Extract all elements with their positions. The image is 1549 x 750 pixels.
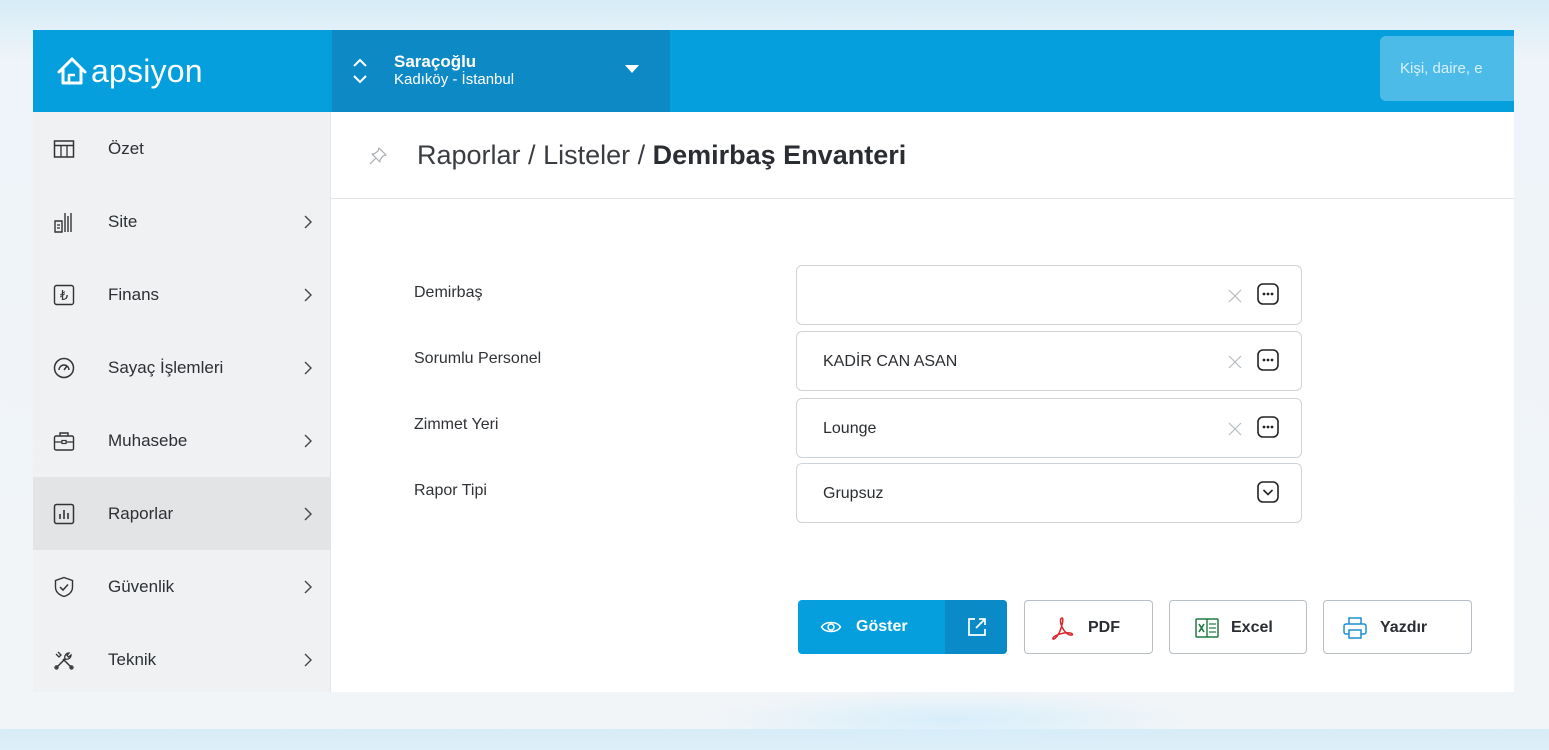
svg-text:₺: ₺ bbox=[60, 289, 68, 304]
chevron-right-icon bbox=[304, 288, 312, 301]
print-button-label: Yazdır bbox=[1380, 619, 1428, 636]
sidebar-item-muhasebe[interactable]: Muhasebe bbox=[33, 404, 330, 477]
print-button[interactable]: Yazdır bbox=[1323, 600, 1472, 654]
field-label-demirbas: Demirbaş bbox=[414, 284, 483, 301]
external-link-icon bbox=[968, 618, 986, 636]
shield-check-icon bbox=[54, 576, 74, 597]
chevron-right-icon bbox=[304, 653, 312, 666]
field-value: Grupsuz bbox=[823, 485, 884, 502]
app-window: apsiyon Saraçoğlu Kadıköy - İstanbul Ö bbox=[33, 30, 1514, 692]
site-switch-chevrons bbox=[352, 58, 374, 84]
breadcrumb-listeler[interactable]: Listeler bbox=[543, 140, 630, 170]
breadcrumb: Raporlar / Listeler / Demirbaş Envanteri bbox=[417, 140, 906, 171]
sidebar: Özet Site ₺ Finans Sayaç İşlemleri Muhas… bbox=[33, 112, 331, 692]
field-label-sorumlu-personel: Sorumlu Personel bbox=[414, 350, 542, 367]
sidebar-item-finans[interactable]: ₺ Finans bbox=[33, 258, 330, 331]
building-icon bbox=[54, 212, 72, 233]
bar-chart-icon bbox=[53, 503, 75, 524]
more-options-icon[interactable] bbox=[1257, 349, 1279, 371]
dropdown-chevron-icon[interactable] bbox=[1257, 481, 1279, 503]
sorumlu-personel-field[interactable]: KADİR CAN ASAN bbox=[796, 331, 1302, 391]
pdf-button[interactable]: PDF bbox=[1024, 600, 1153, 654]
pdf-icon bbox=[1052, 617, 1074, 640]
more-options-icon[interactable] bbox=[1257, 283, 1279, 305]
excel-button[interactable]: Excel bbox=[1169, 600, 1307, 654]
sidebar-item-label: Muhasebe bbox=[108, 430, 188, 450]
sidebar-item-label: Teknik bbox=[108, 649, 157, 669]
demirbas-field[interactable] bbox=[796, 265, 1302, 325]
grid-table-icon bbox=[53, 139, 75, 158]
tools-icon bbox=[54, 651, 74, 670]
site-selector[interactable]: Saraçoğlu Kadıköy - İstanbul bbox=[332, 30, 670, 112]
chevron-up-icon bbox=[353, 58, 367, 67]
field-value: Lounge bbox=[823, 420, 877, 437]
page-title: Demirbaş Envanteri bbox=[652, 140, 907, 170]
sidebar-item-label: Site bbox=[108, 211, 138, 231]
site-name: Saraçoğlu bbox=[394, 52, 477, 71]
breadcrumb-raporlar[interactable]: Raporlar bbox=[417, 140, 521, 170]
open-new-window-button[interactable] bbox=[945, 600, 1007, 654]
breadcrumb-separator: / bbox=[630, 140, 653, 170]
main-content: Raporlar / Listeler / Demirbaş Envanteri… bbox=[331, 112, 1514, 692]
sidebar-item-guvenlik[interactable]: Güvenlik bbox=[33, 550, 330, 623]
show-button-label: Göster bbox=[856, 618, 908, 635]
chevron-right-icon bbox=[304, 580, 312, 593]
excel-button-label: Excel bbox=[1231, 619, 1273, 636]
caret-down-icon bbox=[625, 65, 639, 73]
excel-icon bbox=[1195, 618, 1219, 638]
gauge-icon bbox=[53, 357, 75, 378]
show-button[interactable]: Göster bbox=[798, 600, 1007, 654]
more-options-icon[interactable] bbox=[1257, 416, 1279, 438]
chevron-right-icon bbox=[304, 434, 312, 447]
pdf-button-label: PDF bbox=[1088, 619, 1120, 636]
rapor-tipi-select[interactable]: Grupsuz bbox=[796, 463, 1302, 523]
chevron-right-icon bbox=[304, 215, 312, 228]
sidebar-item-label: Sayaç İşlemleri bbox=[108, 357, 224, 377]
clear-icon[interactable] bbox=[1227, 421, 1243, 437]
site-location: Kadıköy - İstanbul bbox=[394, 71, 515, 88]
clear-icon[interactable] bbox=[1227, 288, 1243, 304]
pin-icon[interactable] bbox=[368, 146, 388, 166]
sidebar-item-teknik[interactable]: Teknik bbox=[33, 623, 330, 692]
sidebar-item-label: Finans bbox=[108, 284, 160, 304]
top-bar: apsiyon Saraçoğlu Kadıköy - İstanbul bbox=[33, 30, 1514, 112]
sidebar-item-raporlar[interactable]: Raporlar bbox=[33, 477, 330, 550]
chevron-right-icon bbox=[304, 361, 312, 374]
printer-icon bbox=[1343, 617, 1367, 639]
field-value: KADİR CAN ASAN bbox=[823, 353, 958, 370]
sidebar-item-ozet[interactable]: Özet bbox=[33, 112, 330, 185]
sidebar-item-label: Raporlar bbox=[108, 503, 174, 523]
sidebar-item-sayac-islemleri[interactable]: Sayaç İşlemleri bbox=[33, 331, 330, 404]
sidebar-item-label: Güvenlik bbox=[108, 576, 175, 596]
briefcase-icon bbox=[53, 431, 75, 451]
logo-text: apsiyon bbox=[91, 52, 203, 89]
field-label-zimmet-yeri: Zimmet Yeri bbox=[414, 416, 499, 433]
chevron-down-icon bbox=[353, 75, 367, 84]
eye-icon bbox=[820, 621, 842, 633]
house-logo-icon bbox=[57, 57, 87, 85]
logo[interactable]: apsiyon bbox=[55, 30, 203, 112]
sidebar-item-site[interactable]: Site bbox=[33, 185, 330, 258]
field-label-rapor-tipi: Rapor Tipi bbox=[414, 482, 487, 499]
zimmet-yeri-field[interactable]: Lounge bbox=[796, 398, 1302, 458]
clear-icon[interactable] bbox=[1227, 354, 1243, 370]
lira-icon: ₺ bbox=[53, 284, 75, 305]
sidebar-item-label: Özet bbox=[108, 138, 144, 158]
chevron-right-icon bbox=[304, 507, 312, 520]
breadcrumb-separator: / bbox=[520, 140, 544, 170]
page-header: Raporlar / Listeler / Demirbaş Envanteri bbox=[331, 112, 1514, 199]
search-input[interactable] bbox=[1380, 36, 1514, 101]
